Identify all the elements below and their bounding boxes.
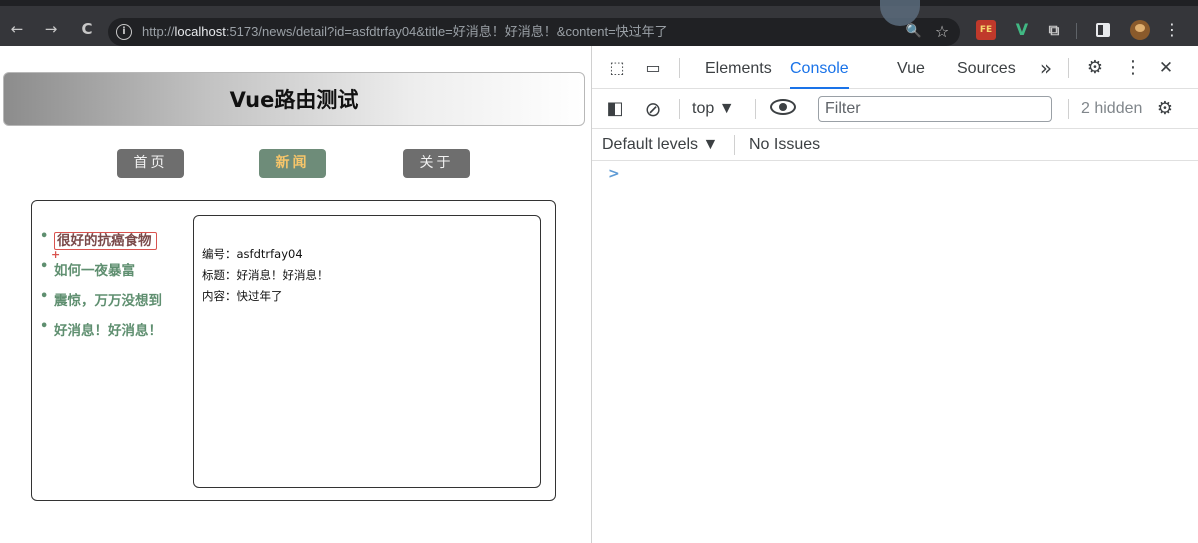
detail-content-value: 快过年了: [236, 289, 283, 303]
detail-title-label: 标题：: [202, 268, 237, 282]
bookmark-star-icon[interactable]: ☆: [932, 22, 952, 42]
watermark-decoration: [1122, 508, 1172, 534]
news-item[interactable]: 好消息！好消息！: [40, 319, 190, 349]
console-toolbar: ◧ ⊘ top ▼ 2 hidden ⚙: [592, 89, 1198, 129]
detail-content-row: 内容：快过年了: [202, 286, 532, 307]
toolbar-divider: [679, 99, 680, 119]
profile-avatar[interactable]: [1130, 20, 1150, 40]
news-item-label: 好消息！好消息！: [54, 323, 162, 339]
page-header: Vue路由测试: [3, 72, 585, 126]
detail-content-label: 内容：: [202, 289, 237, 303]
issues-status[interactable]: No Issues: [749, 133, 820, 157]
toolbar-divider: [1068, 99, 1069, 119]
news-detail-panel: 编号：asfdtrfay04 标题：好消息！好消息！ 内容：快过年了: [193, 215, 541, 488]
console-prompt-chevron-icon[interactable]: >: [608, 166, 620, 182]
detail-id-label: 编号：: [202, 247, 237, 261]
nav-link-home[interactable]: 首页: [117, 149, 184, 178]
close-icon[interactable]: ✕: [1155, 57, 1177, 79]
address-bar[interactable]: i http://localhost:5173/news/detail?id=a…: [108, 18, 960, 46]
console-settings-gear-icon[interactable]: ⚙: [1154, 98, 1176, 120]
clear-console-icon[interactable]: ⊘: [642, 98, 664, 120]
news-container: 很好的抗癌食物 如何一夜暴富 震惊，万万没想到 好消息！好消息！ + 编号：as…: [31, 200, 556, 501]
console-levels-bar: Default levels ▼ No Issues: [592, 129, 1198, 161]
page-title: Vue路由测试: [229, 88, 359, 112]
live-expression-eye-icon[interactable]: [770, 99, 796, 115]
console-sidebar-icon[interactable]: ◧: [604, 98, 626, 120]
news-item[interactable]: 很好的抗癌食物: [40, 229, 190, 259]
devtools-panel: ⬚ ▭ Elements Console Vue Sources » ⚙ ⋮ ✕…: [591, 46, 1198, 543]
news-item[interactable]: 如何一夜暴富: [40, 259, 190, 289]
url-prefix: http://: [142, 24, 175, 39]
forward-icon[interactable]: →: [40, 18, 62, 40]
detail-id-value: asfdtrfay04: [236, 247, 303, 261]
url-text[interactable]: http://localhost:5173/news/detail?id=asf…: [142, 18, 668, 46]
console-filter-input[interactable]: [818, 96, 1052, 122]
url-host: localhost: [174, 24, 226, 39]
more-options-icon[interactable]: ⋮: [1122, 57, 1144, 79]
back-icon[interactable]: ←: [6, 18, 28, 40]
news-item-label: 如何一夜暴富: [54, 263, 135, 279]
devtools-tab-bar: ⬚ ▭ Elements Console Vue Sources » ⚙ ⋮ ✕: [592, 46, 1198, 89]
tab-console[interactable]: Console: [790, 46, 849, 89]
context-selector[interactable]: top ▼: [692, 97, 735, 121]
nav-link-news[interactable]: 新闻: [259, 149, 326, 178]
tab-divider: [679, 58, 680, 78]
tab-elements[interactable]: Elements: [705, 46, 772, 89]
nav-link-about[interactable]: 关于: [403, 149, 470, 178]
reload-icon[interactable]: C: [76, 18, 98, 40]
detail-title-row: 标题：好消息！好消息！: [202, 265, 532, 286]
tab-divider: [1068, 58, 1069, 78]
news-item[interactable]: 震惊，万万没想到: [40, 289, 190, 319]
page-viewport: Vue路由测试 首页 新闻 关于 很好的抗癌食物 如何一夜暴富 震惊，万万没想到…: [0, 46, 591, 543]
device-toolbar-icon[interactable]: ▭: [642, 57, 664, 79]
screen: ← → C i http://localhost:5173/news/detai…: [0, 0, 1198, 543]
more-tabs-icon[interactable]: »: [1035, 57, 1057, 79]
inspect-element-icon[interactable]: ⬚: [606, 57, 628, 79]
zoom-icon[interactable]: 🔍: [904, 22, 924, 42]
vue-devtools-extension-icon[interactable]: V: [1012, 20, 1032, 40]
toolbar-divider: [1076, 23, 1077, 39]
news-list: 很好的抗癌食物 如何一夜暴富 震惊，万万没想到 好消息！好消息！: [40, 229, 190, 349]
tab-vue[interactable]: Vue: [897, 46, 925, 89]
hidden-messages-count: 2 hidden: [1081, 100, 1143, 117]
side-panel-icon[interactable]: [1096, 23, 1110, 37]
tab-sources[interactable]: Sources: [957, 46, 1016, 89]
settings-gear-icon[interactable]: ⚙: [1084, 57, 1106, 79]
browser-menu-icon[interactable]: ⋮: [1164, 19, 1180, 41]
detail-id-row: 编号：asfdtrfay04: [202, 244, 532, 265]
mouse-cursor-marker: +: [51, 248, 61, 261]
fe-extension-icon[interactable]: FE: [976, 20, 996, 40]
browser-toolbar: ← → C i http://localhost:5173/news/detai…: [0, 0, 1198, 46]
extensions-puzzle-icon[interactable]: ⧉: [1044, 20, 1064, 40]
toolbar-divider: [734, 135, 735, 155]
site-info-icon[interactable]: i: [116, 24, 132, 40]
news-item-label: 很好的抗癌食物: [54, 232, 157, 250]
news-item-label: 震惊，万万没想到: [54, 293, 162, 309]
log-levels-dropdown[interactable]: Default levels ▼: [602, 133, 718, 157]
url-path: :5173/news/detail?id=asfdtrfay04&title=好…: [225, 24, 668, 39]
detail-title-value: 好消息！好消息！: [236, 268, 329, 282]
toolbar-divider: [755, 99, 756, 119]
